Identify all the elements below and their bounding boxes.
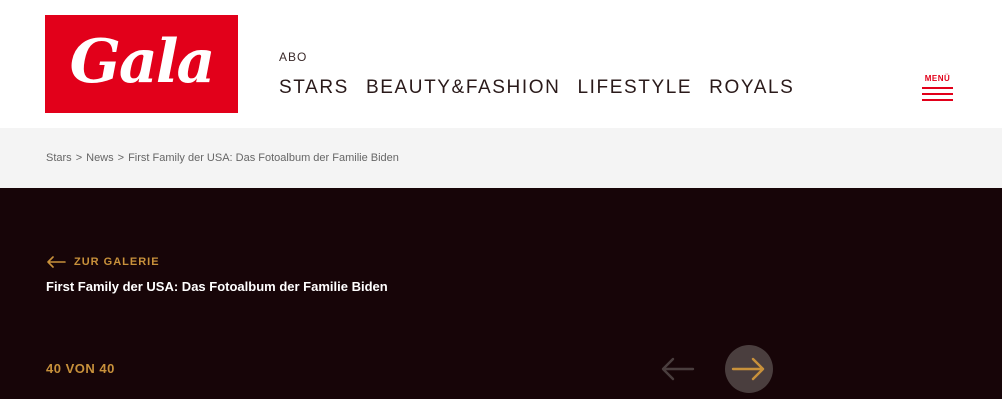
abo-link[interactable]: ABO [279, 50, 307, 64]
site-header: Gala ABO STARS BEAUTY&FASHION LIFESTYLE … [0, 0, 1002, 128]
nav-item-royals[interactable]: ROYALS [709, 77, 794, 99]
arrow-right-icon [731, 357, 765, 381]
gallery-title: First Family der USA: Das Fotoalbum der … [46, 279, 388, 294]
breadcrumb: Stars > News > First Family der USA: Das… [0, 128, 1002, 188]
gala-logo[interactable]: Gala [45, 15, 238, 113]
arrow-left-icon [47, 256, 66, 268]
next-slide-button[interactable] [725, 345, 773, 393]
nav-item-stars[interactable]: STARS [279, 77, 349, 99]
breadcrumb-item-stars[interactable]: Stars [46, 152, 72, 164]
back-to-gallery-link[interactable]: ZUR GALERIE [46, 256, 160, 268]
breadcrumb-separator: > [117, 152, 125, 164]
nav-item-lifestyle[interactable]: LIFESTYLE [577, 77, 692, 99]
breadcrumb-item-news[interactable]: News [86, 152, 114, 164]
hamburger-icon [922, 87, 953, 101]
back-label: ZUR GALERIE [74, 256, 160, 268]
prev-slide-button[interactable] [658, 353, 696, 385]
nav-item-beauty-fashion[interactable]: BEAUTY&FASHION [366, 77, 561, 99]
main-nav: STARS BEAUTY&FASHION LIFESTYLE ROYALS [279, 77, 794, 99]
menu-button[interactable]: MENÜ [922, 74, 953, 101]
gallery-panel: ZUR GALERIE First Family der USA: Das Fo… [0, 188, 1002, 399]
breadcrumb-separator: > [75, 152, 83, 164]
slide-counter: 40 VON 40 [46, 361, 115, 376]
logo-text: Gala [69, 27, 216, 97]
breadcrumb-item-current: First Family der USA: Das Fotoalbum der … [128, 152, 399, 164]
menu-label: MENÜ [924, 74, 951, 83]
arrow-left-icon [661, 357, 695, 381]
